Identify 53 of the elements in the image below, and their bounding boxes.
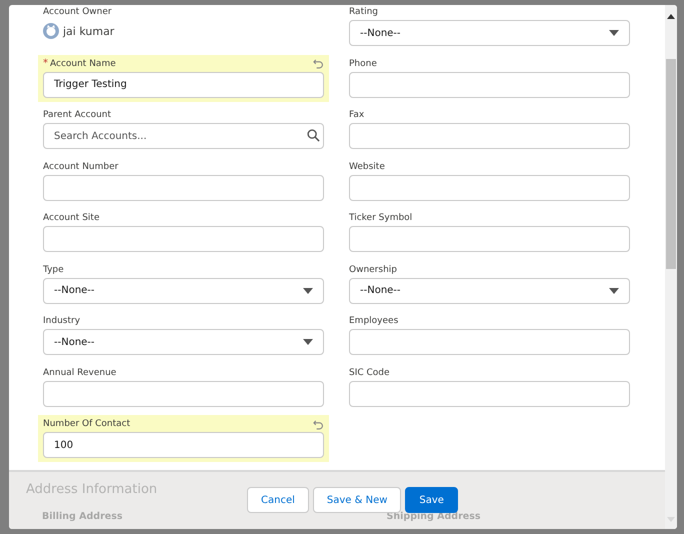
picklist-field[interactable]: --None-- — [349, 278, 630, 304]
owner-name[interactable]: jai kumar — [63, 24, 114, 38]
field-label: Rating — [349, 7, 378, 17]
field-label: Type — [43, 264, 64, 274]
caret-icon — [609, 288, 619, 294]
address-label: Shipping Address — [386, 511, 481, 522]
field-label: Ticker Symbol — [349, 213, 412, 223]
footer-button[interactable]: Save & New — [312, 487, 402, 513]
input-field[interactable] — [349, 174, 630, 200]
undo-icon[interactable] — [313, 418, 324, 430]
search-field[interactable]: Search Accounts... — [43, 123, 324, 149]
field-label: Account Number — [43, 162, 118, 172]
input-field[interactable] — [349, 123, 630, 149]
input-field[interactable]: Trigger Testing — [43, 72, 324, 98]
caret-icon — [303, 339, 313, 345]
picklist-field[interactable]: --None-- — [43, 329, 324, 355]
field-label: Ownership — [349, 264, 397, 274]
input-field[interactable] — [43, 174, 324, 200]
caret-icon — [303, 288, 313, 294]
field-label: Employees — [349, 316, 398, 326]
save-button[interactable]: Save — [405, 487, 458, 513]
user-avatar-icon — [43, 23, 59, 39]
input-field[interactable]: 100 — [43, 432, 324, 458]
scroll-down-icon[interactable] — [667, 517, 675, 522]
field-label: SIC Code — [349, 368, 390, 378]
field-label: Annual Revenue — [43, 368, 116, 378]
required-asterisk: * — [43, 58, 48, 69]
address-label: Billing Address — [42, 511, 123, 522]
scrollbar[interactable] — [665, 5, 677, 529]
field-label: Number Of Contact — [43, 419, 130, 429]
input-field[interactable] — [43, 380, 324, 406]
section-title: Address Information — [26, 482, 158, 497]
field-label: Industry — [43, 316, 80, 326]
undo-icon[interactable] — [313, 58, 324, 69]
input-field[interactable] — [349, 226, 630, 252]
field-label: Fax — [349, 110, 364, 120]
input-field[interactable] — [43, 226, 324, 252]
input-field[interactable] — [349, 329, 630, 355]
caret-icon — [609, 30, 619, 36]
picklist-field[interactable]: --None-- — [43, 278, 324, 304]
field-label: Account Site — [43, 213, 100, 223]
scroll-up-icon[interactable] — [667, 14, 675, 19]
field-label: Account Name — [50, 58, 116, 68]
field-label: Parent Account — [43, 110, 112, 120]
field-label: Account Owner — [43, 7, 112, 17]
scrollbar-thumb[interactable] — [666, 59, 676, 269]
input-field[interactable] — [349, 380, 630, 406]
input-field[interactable] — [349, 72, 630, 98]
field-label: Phone — [349, 58, 377, 68]
footer-button[interactable]: Cancel — [247, 487, 309, 513]
picklist-field[interactable]: --None-- — [349, 20, 630, 46]
field-label: Website — [349, 162, 385, 172]
search-icon — [307, 129, 320, 142]
